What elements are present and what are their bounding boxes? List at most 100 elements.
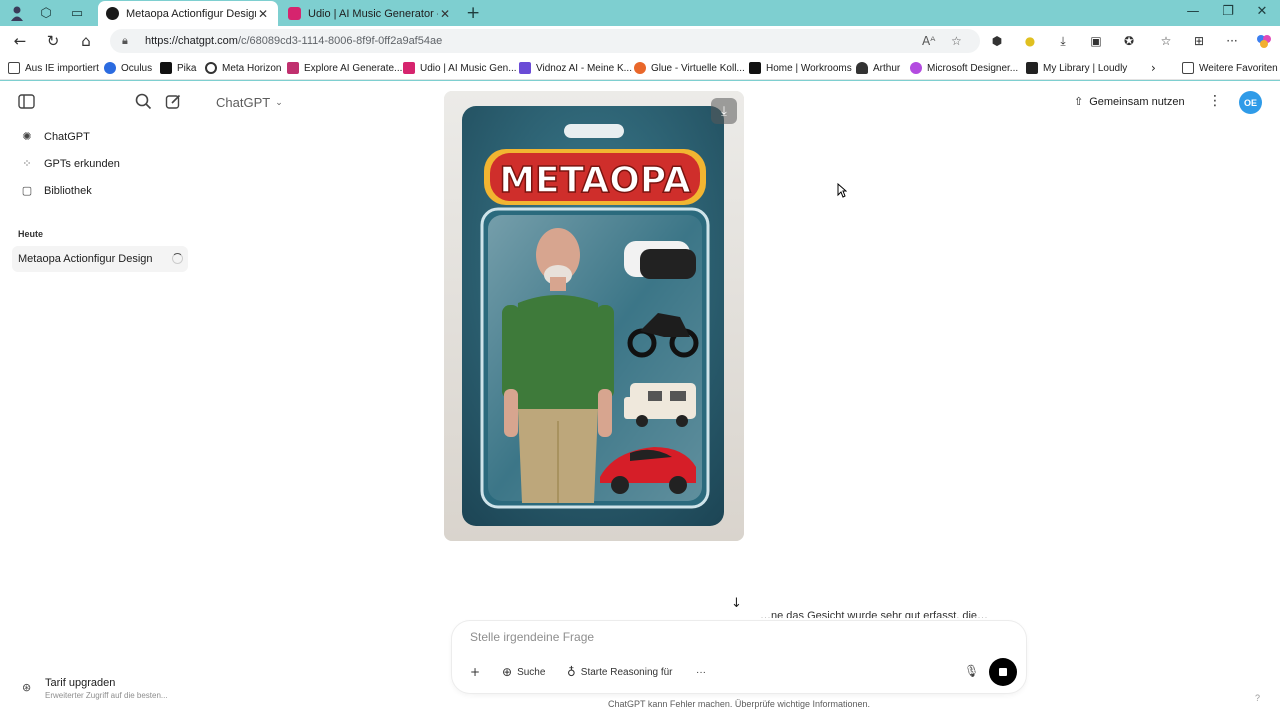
bookmark[interactable]: Udio | AI Music Gen... — [403, 61, 517, 75]
partial-message-text: …ne das Gesicht wurde sehr gut erfasst, … — [760, 610, 989, 618]
favorites-icon[interactable]: ☆ — [1156, 31, 1176, 51]
minimize-icon[interactable]: — — [1178, 4, 1208, 19]
bookmark[interactable]: Aus IE importiert — [8, 61, 99, 75]
bookmark[interactable]: Glue - Virtuelle Koll... — [634, 61, 745, 75]
upgrade-title: Tarif upgraden — [45, 677, 116, 689]
vidnoz-icon — [519, 62, 531, 74]
bookmark[interactable]: Vidnoz AI - Meine K... — [519, 61, 632, 75]
upgrade-subtitle: Erweiterter Zugriff auf die besten... — [45, 691, 168, 700]
new-tab-button[interactable]: + — [466, 3, 480, 23]
stop-generating-button[interactable] — [989, 658, 1017, 686]
sidebar-item-chatgpt[interactable]: ✺ ChatGPT — [18, 130, 90, 143]
extension-icon[interactable]: ● — [1020, 31, 1040, 51]
url-text[interactable]: https://chatgpt.com/c/68089cd3-1114-8006… — [145, 35, 442, 47]
folder-icon — [8, 62, 20, 74]
glue-icon — [634, 62, 646, 74]
back-arrow-icon[interactable]: ← — [10, 31, 30, 51]
mouse-cursor-icon — [837, 182, 848, 203]
read-aloud-icon[interactable]: Aᴬ — [922, 34, 935, 48]
sidebar-toggle-icon[interactable] — [18, 94, 35, 113]
bookmark[interactable]: Oculus — [104, 61, 152, 75]
meta-icon — [104, 62, 116, 74]
bookmark[interactable]: Explore AI Generate... — [287, 61, 402, 75]
bookmark-label: Home | Workrooms — [766, 62, 852, 74]
sidebar-item-explore-gpts[interactable]: ⁘ GPTs erkunden — [18, 157, 120, 170]
more-tools-button[interactable]: ··· — [696, 661, 706, 683]
extension-icon[interactable]: ▣ — [1086, 31, 1106, 51]
url-host: https://chatgpt.com — [145, 35, 238, 47]
bookmark-label: Explore AI Generate... — [304, 62, 403, 74]
pika-icon — [160, 62, 172, 74]
extensions-puzzle-icon[interactable]: ✪ — [1119, 31, 1139, 51]
settings-more-icon[interactable]: ··· — [1222, 31, 1242, 51]
tab-udio[interactable]: Udio | AI Music Generator - Offic ✕ — [280, 1, 460, 26]
search-icon[interactable] — [135, 93, 152, 114]
new-chat-icon[interactable] — [165, 93, 182, 114]
downloads-icon[interactable]: ⤓ — [1053, 31, 1073, 51]
profile-icon[interactable] — [8, 4, 26, 22]
sidebar-item-label: GPTs erkunden — [44, 157, 120, 170]
plus-icon: + — [470, 665, 481, 679]
ai-generate-icon — [287, 62, 299, 74]
lock-icon[interactable]: 🔒︎ — [122, 34, 128, 48]
bookmark[interactable]: Home | Workrooms — [749, 61, 852, 75]
reasoning-toggle[interactable]: ♁ Starte Reasoning für — [567, 661, 673, 683]
help-button[interactable]: ? — [1255, 693, 1260, 703]
close-tab-icon[interactable]: ✕ — [256, 7, 270, 21]
folder-icon — [1182, 62, 1194, 74]
chat-history-item[interactable]: Metaopa Actionfigur Design — [12, 246, 188, 272]
tab-title: Metaopa Actionfigur Design — [126, 7, 256, 20]
bookmark[interactable]: Arthur — [856, 61, 900, 75]
bookmark-label: My Library | Loudly — [1043, 62, 1128, 74]
sidebar-item-label: Bibliothek — [44, 184, 92, 197]
browser-toolbar: ← ↻ ⌂ 🔒︎ https://chatgpt.com/c/68089cd3-… — [0, 26, 1280, 56]
udio-icon — [403, 62, 415, 74]
reasoning-label: Starte Reasoning für — [580, 666, 673, 678]
arthur-icon — [856, 62, 868, 74]
microphone-icon[interactable]: 🎙︎ — [964, 664, 979, 678]
bookmarks-overflow-icon[interactable]: › — [1151, 61, 1156, 75]
generated-image[interactable]: METAOPA ⤓ — [444, 91, 744, 541]
avatar[interactable]: OE — [1239, 91, 1262, 114]
bookmark[interactable]: Microsoft Designer... — [910, 61, 1018, 75]
attach-button[interactable]: + — [470, 661, 485, 683]
bookmark[interactable]: Meta Horizon — [205, 61, 281, 75]
home-icon[interactable]: ⌂ — [76, 31, 96, 51]
bookmark-label: Pika — [177, 62, 197, 74]
bookmark[interactable]: My Library | Loudly — [1026, 61, 1127, 75]
globe-icon: ⊕ — [502, 665, 513, 679]
model-label: ChatGPT — [216, 95, 271, 110]
download-icon[interactable]: ⤓ — [711, 98, 737, 124]
bookmark-label: Arthur — [873, 62, 901, 74]
workspaces-icon[interactable]: ⬡ — [37, 4, 55, 22]
tab-title: Udio | AI Music Generator - Offic — [308, 7, 438, 20]
bookmark-label: Meta Horizon — [222, 62, 282, 74]
address-bar[interactable]: 🔒︎ https://chatgpt.com/c/68089cd3-1114-8… — [110, 29, 980, 53]
bookmark-label: Oculus — [121, 62, 153, 74]
meta-horizon-icon — [205, 62, 217, 74]
message-composer[interactable]: Stelle irgendeine Frage + ⊕ Suche ♁ Starte… — [452, 621, 1026, 693]
model-selector[interactable]: ChatGPT ⌄ — [216, 95, 283, 110]
reload-icon[interactable]: ↻ — [43, 31, 63, 51]
prompt-input[interactable]: Stelle irgendeine Frage — [470, 630, 594, 644]
share-button[interactable]: ⇧ Gemeinsam nutzen — [1074, 95, 1185, 108]
more-options-icon[interactable]: ⋮ — [1208, 93, 1222, 109]
bookmark[interactable]: Pika — [160, 61, 196, 75]
close-tab-icon[interactable]: ✕ — [438, 7, 452, 21]
collections-icon[interactable]: ⊞ — [1189, 31, 1209, 51]
scroll-down-arrow-icon[interactable]: ↓ — [731, 596, 742, 611]
sidebar-item-label: ChatGPT — [44, 130, 90, 143]
close-window-icon[interactable]: ✕ — [1247, 4, 1277, 19]
copilot-icon[interactable] — [1254, 31, 1274, 51]
other-favorites[interactable]: Weitere Favoriten — [1182, 61, 1278, 75]
favorite-star-icon[interactable]: ☆ — [951, 34, 962, 48]
tab-chatgpt[interactable]: Metaopa Actionfigur Design ✕ — [98, 1, 278, 26]
extension-icon[interactable]: ⬢ — [987, 31, 1007, 51]
openai-favicon-icon — [106, 7, 119, 20]
action-figure-image: METAOPA — [444, 91, 744, 541]
restore-icon[interactable]: ❐ — [1213, 4, 1243, 19]
tab-actions-icon[interactable]: ▭ — [68, 4, 86, 22]
sidebar-item-library[interactable]: ▢ Bibliothek — [18, 184, 92, 197]
designer-icon — [910, 62, 922, 74]
search-toggle[interactable]: ⊕ Suche — [502, 661, 545, 683]
